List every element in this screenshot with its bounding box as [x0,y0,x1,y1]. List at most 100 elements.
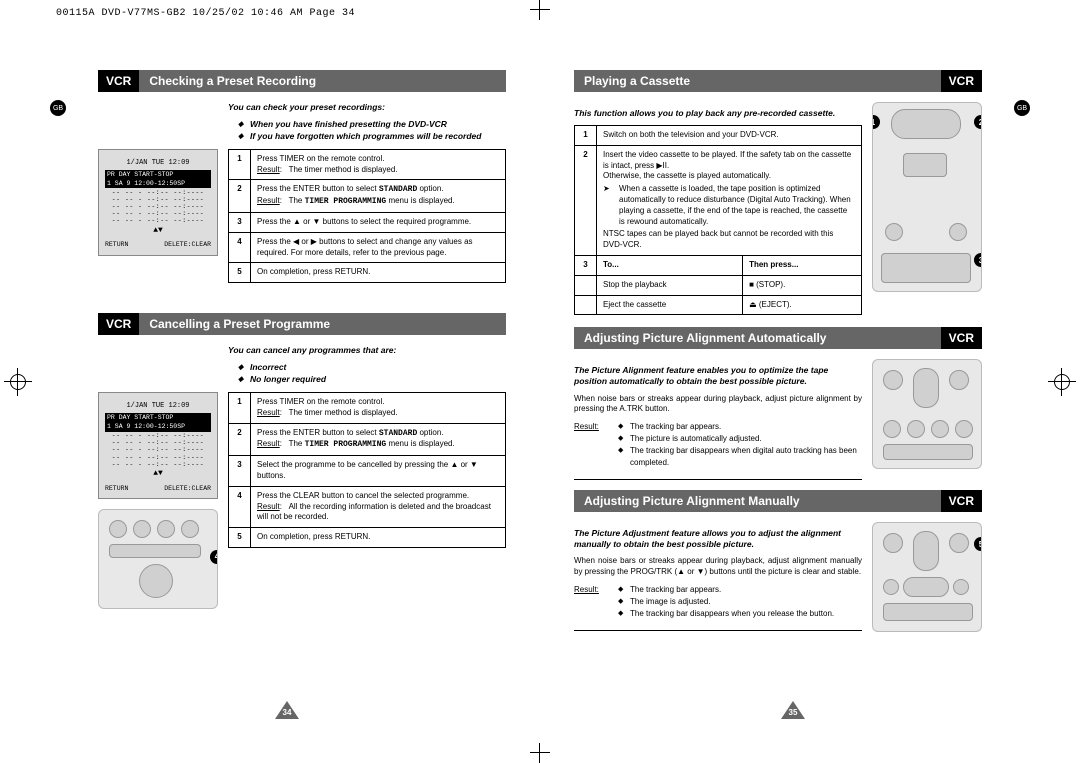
page-number-left: 34 [275,708,299,717]
crop-mark-top [530,0,550,20]
step-row: 3Select the programme to be cancelled by… [229,456,506,487]
language-badge: GB [50,100,66,116]
section-title: Checking a Preset Recording [139,70,506,92]
step-number: 5 [229,528,251,548]
action-table: 3To...Then press... Stop the playback■ (… [574,255,862,315]
intro-text: You can check your preset recordings: [228,102,506,113]
lcd-dash-row: -- -- - --:-- --:---- [105,189,211,196]
step-body: Switch on both the television and your D… [597,126,862,146]
action-then: ■ (STOP). [743,275,862,295]
lcd-data-row: 1 SA 9 12:00-12:50SP [105,422,211,431]
result-item: The tracking bar appears. [618,584,834,596]
page-right: GB Playing a Cassette VCR This function … [540,30,1046,733]
section-title: Playing a Cassette [574,70,941,92]
lcd-data-row: 1 SA 9 12:00-12:50SP [105,179,211,188]
section-header-cancelling: VCR Cancelling a Preset Programme [98,313,506,335]
section-header-checking: VCR Checking a Preset Recording [98,70,506,92]
intro-text: The Picture Adjustment feature allows yo… [574,528,854,550]
lcd-return: RETURN [105,485,128,492]
step-row: 4Press the ◀ or ▶ buttons to select and … [229,232,506,263]
language-badge: GB [1014,100,1030,116]
step-body: Insert the video cassette to be played. … [597,145,862,255]
lcd-clear: DELETE:CLEAR [164,485,211,492]
callout-2: 2 [974,115,982,129]
remote-illustration: 4 [98,509,218,609]
col-then: Then press... [743,256,862,276]
lcd-datetime: 1/JAN TUE 12:09 [105,160,211,168]
step-number: 1 [575,126,597,146]
callout-4: 4 [210,550,218,564]
result-block: Result: The tracking bar appears. The im… [574,584,862,620]
step-row: 5On completion, press RETURN. [229,263,506,283]
intro-bullets: Incorrect No longer required [238,362,506,386]
step-row: 2Press the ENTER button to select STANDA… [229,423,506,456]
crop-mark-bottom [530,743,550,763]
remote-illustration [872,359,982,469]
step-body: Press the ENTER button to select STANDAR… [251,180,506,213]
result-label: Result: [574,584,610,620]
separator [574,479,862,480]
page-number-right: 35 [781,708,805,717]
paragraph: When noise bars or streaks appear during… [574,556,862,578]
steps-table: 1Press TIMER on the remote control.Resul… [228,149,506,283]
vcr-tag: VCR [98,70,139,92]
lcd-datetime: 1/JAN TUE 12:09 [105,403,211,411]
steps-table: 1Press TIMER on the remote control.Resul… [228,392,506,548]
step-body: On completion, press RETURN. [251,528,506,548]
callout-5: 5 [974,537,982,551]
step-number: 2 [229,423,251,456]
step-number: 3 [229,456,251,487]
vcr-tag: VCR [941,70,982,92]
paragraph: When noise bars or streaks appear during… [574,394,862,416]
intro-bullets: When you have finished presetting the DV… [238,119,506,143]
lcd-screen: 1/JAN TUE 12:09 PR DAY START-STOP 1 SA 9… [98,392,218,499]
step-row: 2Press the ENTER button to select STANDA… [229,180,506,213]
section-header-manual-align: Adjusting Picture Alignment Manually VCR [574,490,982,512]
step-body: Press TIMER on the remote control.Result… [251,393,506,424]
step-body: Press the ◀ or ▶ buttons to select and c… [251,232,506,263]
lcd-arrows: ▲▼ [105,470,211,479]
step-number: 4 [229,486,251,527]
registration-mark-right [1048,368,1076,396]
result-item: The tracking bar appears. [618,421,862,433]
section-title: Adjusting Picture Alignment Automaticall… [574,327,941,349]
print-header: 00115A DVD-V77MS-GB2 10/25/02 10:46 AM P… [56,8,355,19]
action-then: ⏏ (EJECT). [743,295,862,315]
vcr-tag: VCR [941,327,982,349]
result-item: The image is adjusted. [618,596,834,608]
step-row: 1Press TIMER on the remote control.Resul… [229,149,506,180]
bullet-item: If you have forgotten which programmes w… [238,131,506,143]
lcd-dash-row: -- -- - --:-- --:---- [105,439,211,446]
lcd-dash-row: -- -- - --:-- --:---- [105,217,211,224]
page-spread: GB VCR Checking a Preset Recording You c… [34,30,1046,733]
callout-1: 1 [872,115,880,129]
step-number: 5 [229,263,251,283]
step-row: 5On completion, press RETURN. [229,528,506,548]
step-number: 2 [575,145,597,255]
lcd-header-row: PR DAY START-STOP [105,413,211,422]
step-number: 1 [229,149,251,180]
section-title: Cancelling a Preset Programme [139,313,506,335]
step-number: 2 [229,180,251,213]
lcd-clear: DELETE:CLEAR [164,241,211,248]
lcd-dash-row: -- -- - --:-- --:---- [105,454,211,461]
section-header-auto-align: Adjusting Picture Alignment Automaticall… [574,327,982,349]
lcd-screen: 1/JAN TUE 12:09 PR DAY START-STOP 1 SA 9… [98,149,218,256]
lcd-dash-row: -- -- - --:-- --:---- [105,203,211,210]
bullet-item: No longer required [238,374,506,386]
steps-table: 1Switch on both the television and your … [574,125,862,256]
section-title: Adjusting Picture Alignment Manually [574,490,941,512]
lcd-dash-row: -- -- - --:-- --:---- [105,461,211,468]
section-header-playing: Playing a Cassette VCR [574,70,982,92]
page-left: GB VCR Checking a Preset Recording You c… [34,30,540,733]
action-to: Eject the cassette [597,295,743,315]
action-to: Stop the playback [597,275,743,295]
step-row: 1Press TIMER on the remote control.Resul… [229,393,506,424]
step-body: Press TIMER on the remote control.Result… [251,149,506,180]
lcd-dash-row: -- -- - --:-- --:---- [105,446,211,453]
lcd-dash-row: -- -- - --:-- --:---- [105,196,211,203]
step-row: 1Switch on both the television and your … [575,126,862,146]
intro-text: You can cancel any programmes that are: [228,345,506,356]
result-label: Result: [574,421,610,469]
callout-3: 3 [974,253,982,267]
